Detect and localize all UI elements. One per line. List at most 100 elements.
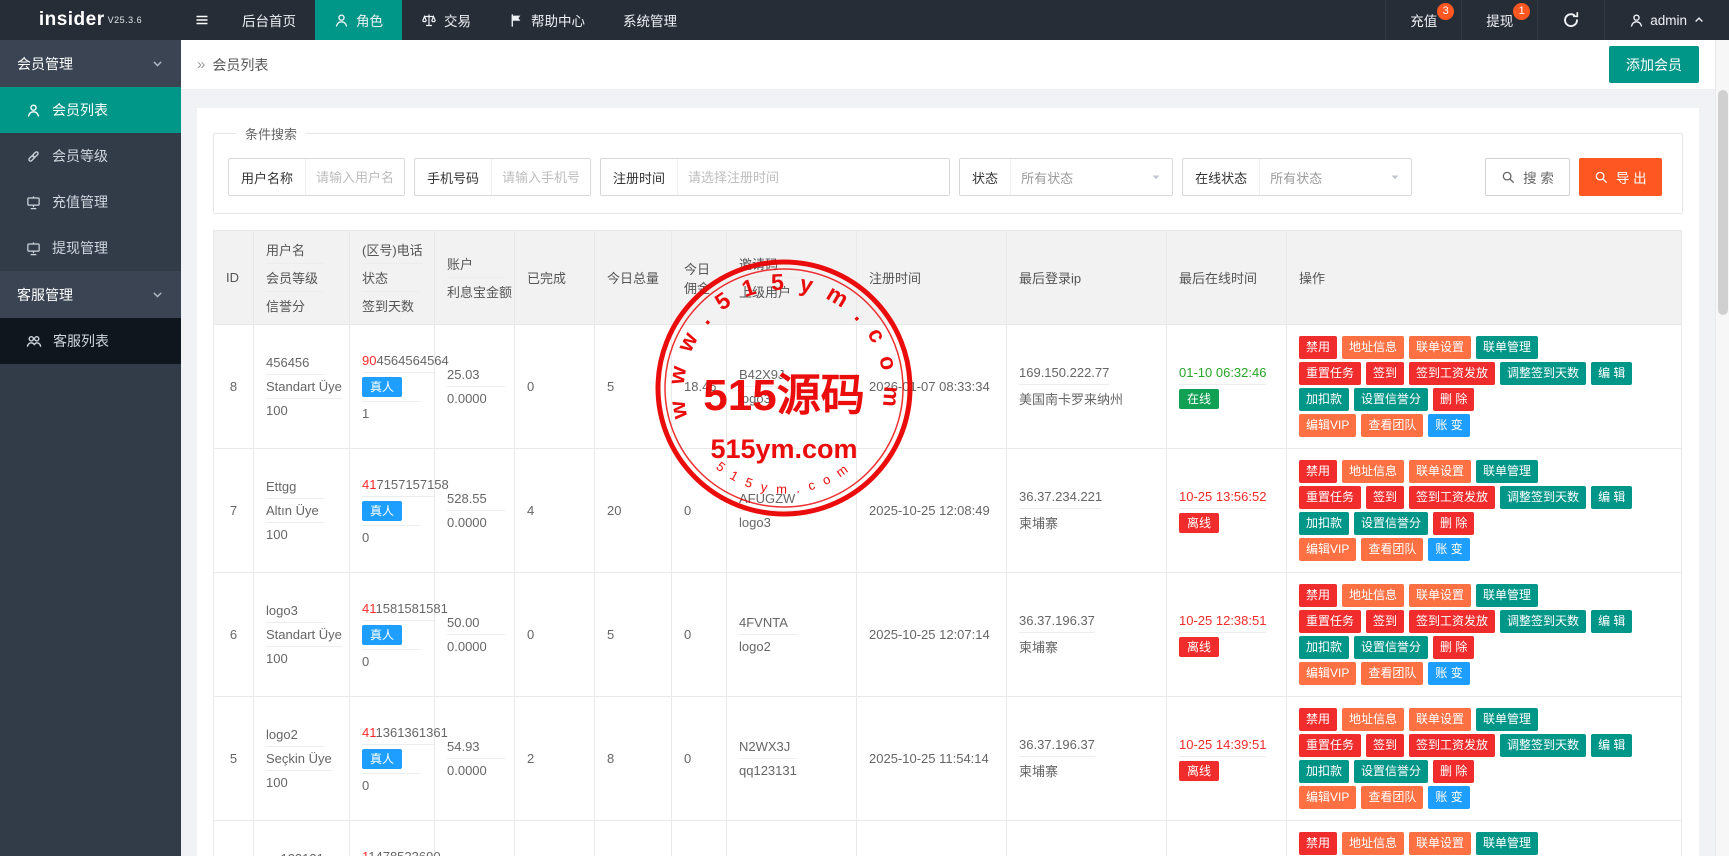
account-change-button[interactable]: 账 变 xyxy=(1428,662,1469,685)
order-setting-button[interactable]: 联单设置 xyxy=(1409,336,1471,359)
order-setting-button[interactable]: 联单设置 xyxy=(1409,584,1471,607)
signin-button[interactable]: 签到 xyxy=(1366,486,1404,509)
reset-task-button[interactable]: 重置任务 xyxy=(1299,734,1361,757)
online-status-select-value[interactable]: 所有状态 xyxy=(1259,159,1389,195)
nav-dashboard[interactable]: 后台首页 xyxy=(223,0,315,40)
ban-button[interactable]: 禁用 xyxy=(1299,584,1337,607)
reset-task-button[interactable]: 重置任务 xyxy=(1299,610,1361,633)
admin-menu[interactable]: admin xyxy=(1604,0,1729,40)
order-manage-button[interactable]: 联单管理 xyxy=(1476,460,1538,483)
nav-system[interactable]: 系统管理 xyxy=(604,0,696,40)
cell-register-time: 2026-01-07 08:33:34 xyxy=(857,325,1007,449)
refresh-button[interactable] xyxy=(1537,0,1604,40)
view-team-button[interactable]: 查看团队 xyxy=(1361,786,1423,809)
edit-button[interactable]: 编 辑 xyxy=(1591,610,1632,633)
delete-button[interactable]: 删 除 xyxy=(1433,512,1474,535)
sidebar-item-member-list[interactable]: 会员列表 xyxy=(0,87,181,133)
signin-salary-button[interactable]: 签到工资发放 xyxy=(1409,734,1495,757)
order-manage-button[interactable]: 联单管理 xyxy=(1476,584,1538,607)
cell-today-total: 20 xyxy=(595,449,672,573)
set-credit-button[interactable]: 设置信誉分 xyxy=(1354,636,1428,659)
nav-help[interactable]: 帮助中心 xyxy=(490,0,604,40)
sidebar-item-recharge-manage[interactable]: 充值管理 xyxy=(0,179,181,225)
ban-button[interactable]: 禁用 xyxy=(1299,708,1337,731)
add-deduction-button[interactable]: 加扣款 xyxy=(1299,388,1349,411)
edit-vip-button[interactable]: 编辑VIP xyxy=(1299,414,1356,437)
signin-salary-button[interactable]: 签到工资发放 xyxy=(1409,362,1495,385)
set-credit-button[interactable]: 设置信誉分 xyxy=(1354,388,1428,411)
cell-invite: 4FVNTAlogo2 xyxy=(727,573,857,697)
signin-button[interactable]: 签到 xyxy=(1366,362,1404,385)
edit-button[interactable]: 编 辑 xyxy=(1591,486,1632,509)
reset-task-button[interactable]: 重置任务 xyxy=(1299,486,1361,509)
view-team-button[interactable]: 查看团队 xyxy=(1361,662,1423,685)
phone-field-input[interactable] xyxy=(491,159,590,195)
ban-button[interactable]: 禁用 xyxy=(1299,336,1337,359)
signin-button[interactable]: 签到 xyxy=(1366,734,1404,757)
set-credit-button[interactable]: 设置信誉分 xyxy=(1354,512,1428,535)
scrollbar-thumb[interactable] xyxy=(1718,90,1728,315)
add-member-button[interactable]: 添加会员 xyxy=(1609,46,1699,83)
add-deduction-button[interactable]: 加扣款 xyxy=(1299,636,1349,659)
adjust-signin-days-button[interactable]: 调整签到天数 xyxy=(1500,734,1586,757)
signin-salary-button[interactable]: 签到工资发放 xyxy=(1409,486,1495,509)
export-button[interactable]: 导 出 xyxy=(1579,158,1662,196)
cell-last-online: 10-25 13:56:52离线 xyxy=(1167,449,1287,573)
delete-button[interactable]: 删 除 xyxy=(1433,760,1474,783)
edit-vip-button[interactable]: 编辑VIP xyxy=(1299,662,1356,685)
sidebar-toggle-button[interactable] xyxy=(181,0,223,40)
group-member-manage-header[interactable]: 会员管理 xyxy=(0,40,181,87)
nav-role[interactable]: 角色 xyxy=(315,0,402,40)
group-service-manage-header[interactable]: 客服管理 xyxy=(0,271,181,318)
adjust-signin-days-button[interactable]: 调整签到天数 xyxy=(1500,486,1586,509)
address-info-button[interactable]: 地址信息 xyxy=(1342,832,1404,855)
order-setting-button[interactable]: 联单设置 xyxy=(1409,460,1471,483)
search-button[interactable]: 搜 索 xyxy=(1485,158,1570,196)
order-manage-button[interactable]: 联单管理 xyxy=(1476,832,1538,855)
nav-trade[interactable]: 交易 xyxy=(402,0,490,40)
ban-button[interactable]: 禁用 xyxy=(1299,460,1337,483)
address-info-button[interactable]: 地址信息 xyxy=(1342,708,1404,731)
adjust-signin-days-button[interactable]: 调整签到天数 xyxy=(1500,610,1586,633)
signin-salary-button[interactable]: 签到工资发放 xyxy=(1409,610,1495,633)
edit-button[interactable]: 编 辑 xyxy=(1591,734,1632,757)
set-credit-button[interactable]: 设置信誉分 xyxy=(1354,760,1428,783)
phone-field: 手机号码 xyxy=(414,158,591,196)
sidebar-item-withdraw-manage[interactable]: 提现管理 xyxy=(0,225,181,271)
account-change-button[interactable]: 账 变 xyxy=(1428,414,1469,437)
view-team-button[interactable]: 查看团队 xyxy=(1361,538,1423,561)
account-change-button[interactable]: 账 变 xyxy=(1428,786,1469,809)
recharge-nav-item[interactable]: 充值 3 xyxy=(1385,0,1461,40)
reset-task-button[interactable]: 重置任务 xyxy=(1299,362,1361,385)
delete-button[interactable]: 删 除 xyxy=(1433,636,1474,659)
sidebar-item-service-list[interactable]: 客服列表 xyxy=(0,318,181,364)
address-info-button[interactable]: 地址信息 xyxy=(1342,336,1404,359)
real-badge-wrap: 真人 xyxy=(362,497,420,526)
action-line: 编辑VIP查看团队账 变 xyxy=(1299,662,1669,685)
add-deduction-button[interactable]: 加扣款 xyxy=(1299,760,1349,783)
username-field-input[interactable] xyxy=(305,159,404,195)
cell-last-ip: 169.150.222.77美国南卡罗来纳州 xyxy=(1007,325,1167,449)
account-change-button[interactable]: 账 变 xyxy=(1428,538,1469,561)
edit-vip-button[interactable]: 编辑VIP xyxy=(1299,786,1356,809)
real-badge-wrap: 真人 xyxy=(362,621,420,650)
order-setting-button[interactable]: 联单设置 xyxy=(1409,708,1471,731)
ban-button[interactable]: 禁用 xyxy=(1299,832,1337,855)
withdraw-nav-item[interactable]: 提现 1 xyxy=(1461,0,1537,40)
order-manage-button[interactable]: 联单管理 xyxy=(1476,336,1538,359)
signin-button[interactable]: 签到 xyxy=(1366,610,1404,633)
status-select: 状态所有状态 xyxy=(959,158,1173,196)
add-deduction-button[interactable]: 加扣款 xyxy=(1299,512,1349,535)
status-select-value[interactable]: 所有状态 xyxy=(1010,159,1150,195)
address-info-button[interactable]: 地址信息 xyxy=(1342,460,1404,483)
sidebar-item-member-level[interactable]: 会员等级 xyxy=(0,133,181,179)
delete-button[interactable]: 删 除 xyxy=(1433,388,1474,411)
edit-button[interactable]: 编 辑 xyxy=(1591,362,1632,385)
order-manage-button[interactable]: 联单管理 xyxy=(1476,708,1538,731)
edit-vip-button[interactable]: 编辑VIP xyxy=(1299,538,1356,561)
order-setting-button[interactable]: 联单设置 xyxy=(1409,832,1471,855)
register-time-field-input[interactable] xyxy=(677,159,949,195)
view-team-button[interactable]: 查看团队 xyxy=(1361,414,1423,437)
adjust-signin-days-button[interactable]: 调整签到天数 xyxy=(1500,362,1586,385)
address-info-button[interactable]: 地址信息 xyxy=(1342,584,1404,607)
